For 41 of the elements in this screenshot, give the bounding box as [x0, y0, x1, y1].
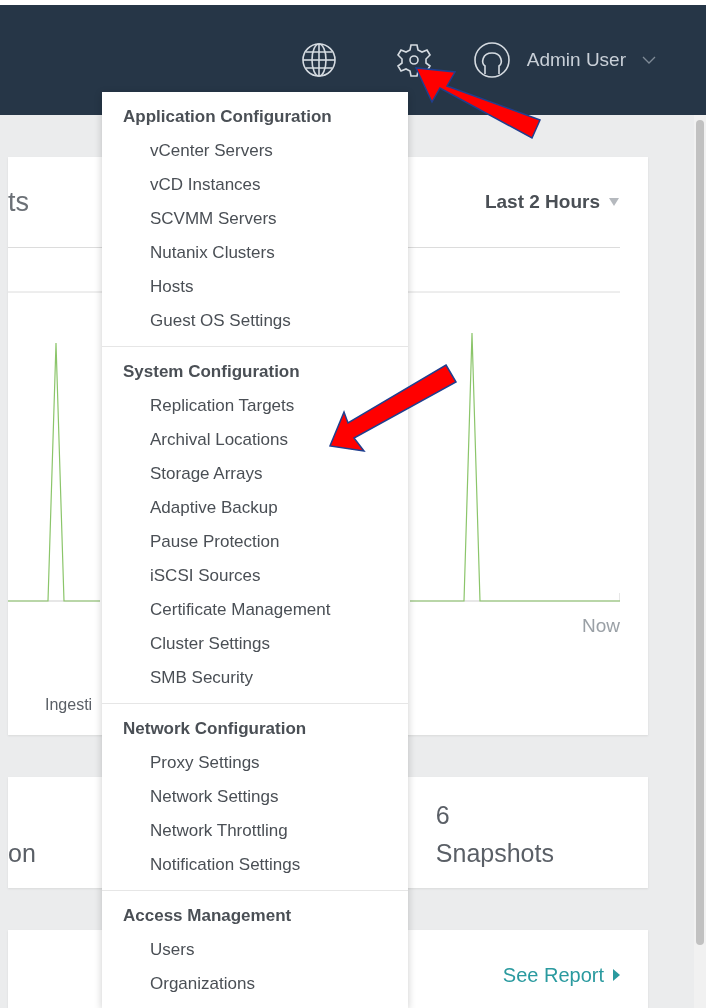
menu-item[interactable]: vCD Instances — [150, 168, 261, 202]
stat-label: on — [8, 837, 36, 869]
menu-item[interactable]: Storage Arrays — [150, 457, 263, 491]
menu-item[interactable]: Adaptive Backup — [150, 491, 278, 525]
scrollbar-thumb[interactable] — [696, 120, 704, 945]
menu-item[interactable]: Nutanix Clusters — [150, 236, 275, 270]
stat-value: 6 — [435, 800, 451, 831]
triangle-right-icon — [612, 969, 620, 981]
menu-item[interactable]: Archival Locations — [150, 423, 288, 457]
settings-icon[interactable] — [394, 41, 433, 79]
menu-item[interactable]: Replication Targets — [150, 389, 295, 423]
stat-label: Snapshots — [435, 837, 554, 869]
menu-item[interactable]: Notification Settings — [150, 848, 301, 882]
menu-item[interactable]: Organizations — [150, 967, 255, 1001]
time-range-dropdown[interactable]: Last 2 Hours — [484, 187, 620, 217]
menu-section-header: Access Management — [122, 905, 293, 927]
menu-item[interactable]: Cluster Settings — [150, 627, 270, 661]
menu-item[interactable]: Proxy Settings — [150, 746, 260, 780]
menu-item[interactable]: Users — [150, 933, 195, 967]
axis-label: Now — [582, 615, 620, 636]
chevron-down-icon[interactable] — [642, 55, 656, 65]
legend-label: Ingesti — [44, 696, 93, 713]
avatar-icon[interactable] — [472, 41, 511, 79]
menu-item[interactable]: Network Throttling — [150, 814, 288, 848]
user-name[interactable]: Admin User — [526, 45, 626, 75]
menu-item[interactable]: iSCSI Sources — [150, 559, 261, 593]
menu-section-header: Application Configuration — [122, 106, 333, 128]
globe-icon[interactable] — [299, 41, 338, 79]
caret-icon — [608, 197, 620, 207]
menu-section-header: Network Configuration — [122, 718, 308, 740]
card-title: ts — [8, 185, 29, 219]
menu-item[interactable]: Certificate Management — [150, 593, 331, 627]
menu-item[interactable]: Network Settings — [150, 780, 279, 814]
menu-item[interactable]: Guest OS Settings — [150, 304, 291, 338]
menu-item[interactable]: Pause Protection — [150, 525, 280, 559]
menu-item[interactable]: SCVMM Servers — [150, 202, 277, 236]
menu-item[interactable]: vCenter Servers — [150, 134, 273, 168]
menu-item[interactable]: Hosts — [150, 270, 194, 304]
scrollbar[interactable] — [694, 115, 706, 1008]
menu-section-header: System Configuration — [122, 361, 301, 383]
menu-item[interactable]: SMB Security — [150, 661, 253, 695]
